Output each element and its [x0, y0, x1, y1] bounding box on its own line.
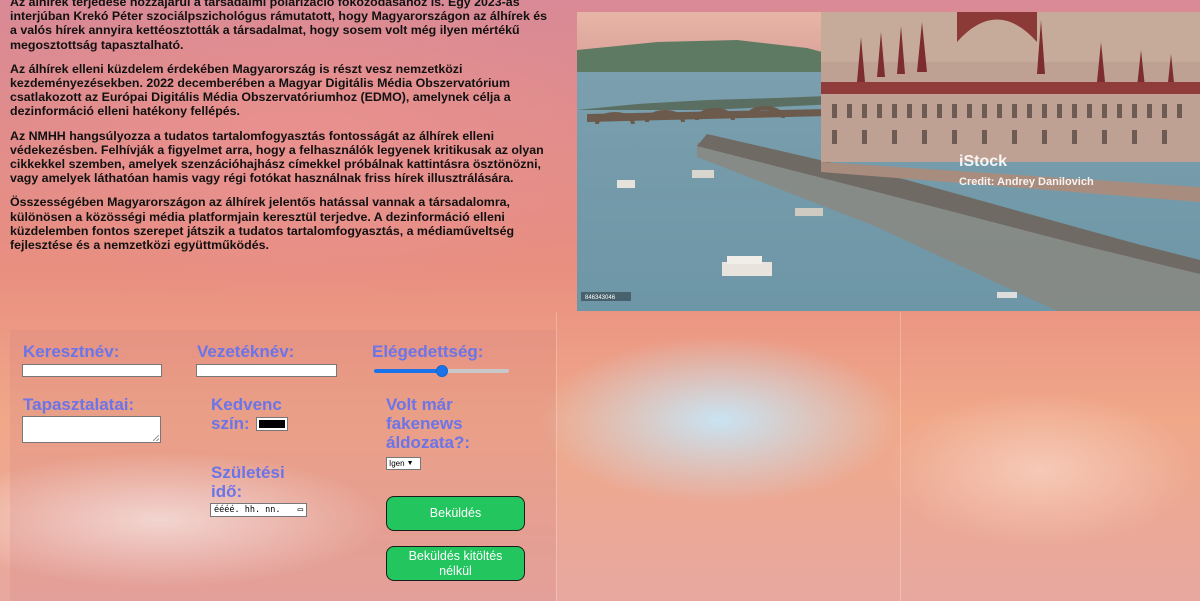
experience-textarea[interactable] — [22, 416, 161, 443]
birth-date-label-line2: idő: — [211, 482, 243, 501]
birth-date-label-line1: Születési — [211, 463, 285, 482]
victim-label-line3: áldozata?: — [386, 433, 471, 452]
victim-selected-value: Igen — [389, 459, 405, 468]
background-seam-right — [900, 312, 901, 601]
article-paragraph: Az álhírek elleni küzdelem érdekében Mag… — [10, 61, 511, 119]
victim-label-line1: Volt már — [386, 395, 453, 414]
submit-button[interactable]: Beküldés — [386, 496, 525, 531]
satisfaction-slider[interactable] — [374, 364, 509, 378]
last-name-input[interactable] — [196, 364, 337, 377]
favorite-color-label-line2: szín: — [211, 414, 250, 433]
article-paragraph: Az álhírek terjedése hozzájárul a társad… — [10, 0, 548, 52]
experience-label: Tapasztalatai: — [23, 395, 135, 414]
resize-grip-icon[interactable] — [153, 435, 159, 441]
color-swatch — [259, 420, 285, 428]
stock-id: 846343046 — [585, 295, 616, 301]
slider-fill — [374, 369, 442, 373]
first-name-label: Keresztnév: — [23, 342, 120, 361]
favorite-color-picker[interactable] — [256, 417, 288, 431]
favorite-color-label-line1: Kedvenc — [211, 395, 282, 414]
submit-without-filling-label-line2: nélkül — [439, 563, 472, 578]
satisfaction-label: Elégedettség: — [372, 342, 484, 361]
submit-button-label: Beküldés — [429, 506, 482, 520]
first-name-input[interactable] — [22, 364, 162, 377]
chevron-down-icon: ▼ — [406, 460, 414, 467]
last-name-label: Vezetéknév: — [197, 342, 295, 361]
article-body: Az álhírek terjedése hozzájárul a társad… — [10, 0, 550, 262]
background-seam-left — [556, 312, 557, 601]
submit-without-filling-button[interactable]: Beküldés kitöltés nélkül — [386, 546, 525, 581]
submit-without-filling-label-line1: Beküldés kitöltés — [408, 548, 503, 563]
birth-date-input[interactable]: éééé. hh. nn. ▭ — [210, 503, 307, 517]
calendar-icon[interactable]: ▭ — [298, 504, 303, 516]
parliament-photo-illustration: iStock Credit: Andrey Danilovich 8463430… — [577, 12, 1200, 311]
victim-label-line2: fakenews — [386, 414, 463, 433]
watermark-brand: iStock — [959, 153, 1007, 170]
parliament-photo: iStock Credit: Andrey Danilovich 8463430… — [577, 12, 1200, 311]
victim-select[interactable]: Igen ▼ — [386, 457, 421, 470]
watermark-credit: Credit: Andrey Danilovich — [959, 176, 1094, 188]
slider-thumb[interactable] — [436, 365, 448, 377]
article-paragraph: Az NMHH hangsúlyozza a tudatos tartalomf… — [10, 128, 544, 186]
birth-date-placeholder: éééé. hh. nn. — [214, 505, 281, 515]
article-paragraph: Összességében Magyarországon az álhírek … — [10, 195, 515, 253]
